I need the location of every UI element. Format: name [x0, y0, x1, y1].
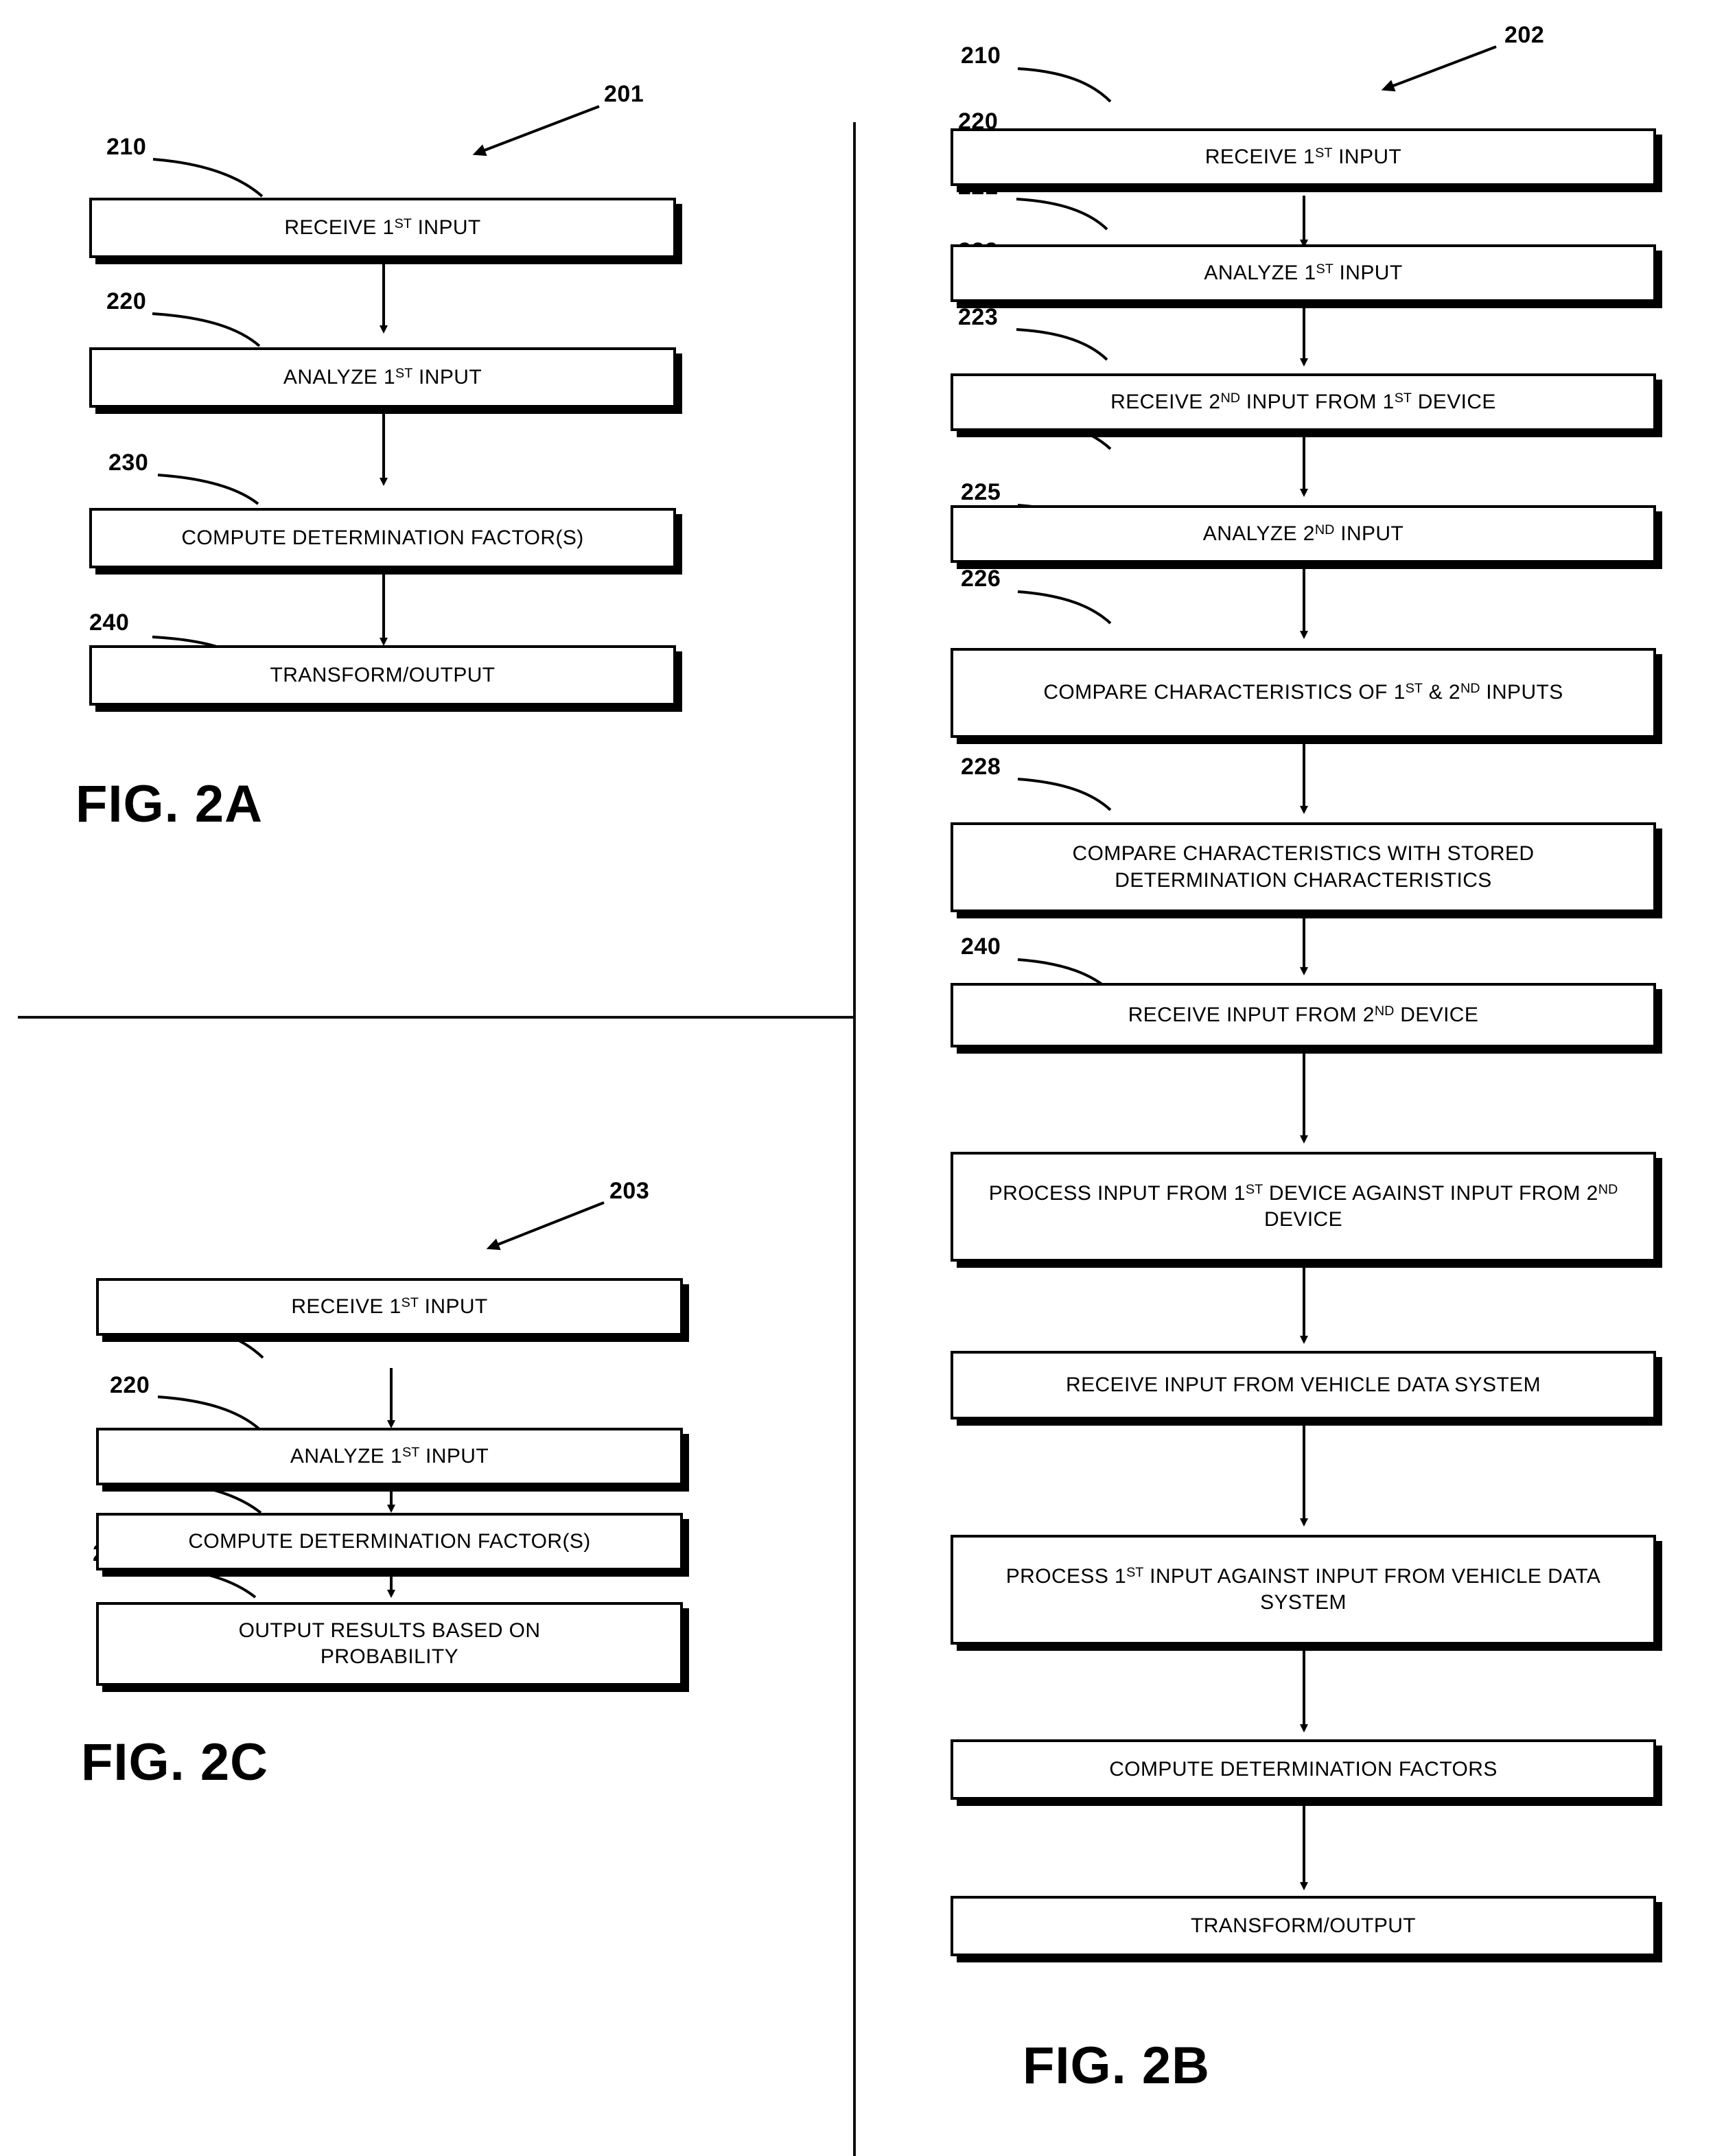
fig2b-step-223-label: COMPARE CHARACTERISTICS OF 1ST & 2ND INP… [1043, 681, 1563, 704]
ref-numeral-240-fig2a: 240 [89, 610, 130, 636]
fig2b-step-compute-determination-factors[interactable]: COMPUTE DETERMINATION FACTORS [951, 1739, 1656, 1800]
fig2b-step-compare-characteristics-of-inputs[interactable]: COMPARE CHARACTERISTICS OF 1ST & 2ND INP… [951, 648, 1656, 738]
fig2a-step-210-label: RECEIVE 1ST INPUT [284, 216, 481, 239]
fig2c-step-210-label: RECEIVE 1ST INPUT [291, 1295, 488, 1318]
ref-numeral-240-fig2b: 240 [961, 934, 1001, 960]
ref-numeral-202-flow: 202 [1504, 22, 1545, 48]
fig2c-step-output-results-based-on-probability[interactable]: OUTPUT RESULTS BASED ON PROBABILITY [96, 1602, 683, 1686]
fig2c-step-220-label: ANALYZE 1ST INPUT [290, 1444, 489, 1468]
connector-overlay [152, 45, 1497, 1890]
fig2c-step-analyze-1st-input[interactable]: ANALYZE 1ST INPUT [96, 1428, 683, 1485]
fig2a-step-transform-output[interactable]: TRANSFORM/OUTPUT [89, 645, 676, 706]
figure-caption-2b: FIG. 2B [1023, 2037, 1211, 2095]
fig2b-step-226-label: PROCESS INPUT FROM 1ST DEVICE AGAINST IN… [988, 1181, 1618, 1231]
figure-caption-2a: FIG. 2A [75, 775, 264, 833]
fig2b-step-analyze-2nd-input[interactable]: ANALYZE 2ND INPUT [951, 505, 1656, 563]
ref-numeral-203-flow: 203 [609, 1178, 650, 1204]
ref-numeral-230-fig2a: 230 [108, 450, 149, 476]
fig2c-step-compute-determination-factors[interactable]: COMPUTE DETERMINATION FACTOR(S) [96, 1513, 683, 1570]
fig2b-step-receive-input-from-vehicle-data-system[interactable]: RECEIVE INPUT FROM VEHICLE DATA SYSTEM [951, 1351, 1656, 1419]
fig2b-step-240-label: TRANSFORM/OUTPUT [1190, 1914, 1417, 1937]
ref-numeral-201-flow: 201 [604, 81, 644, 107]
fig2c-step-250-label: OUTPUT RESULTS BASED ON PROBABILITY [238, 1619, 541, 1668]
fig2b-step-227-label: RECEIVE INPUT FROM VEHICLE DATA SYSTEM [1066, 1373, 1541, 1396]
fig2c-step-230-label: COMPUTE DETERMINATION FACTOR(S) [188, 1529, 591, 1553]
fig2c-step-receive-1st-input[interactable]: RECEIVE 1ST INPUT [96, 1278, 683, 1336]
fig2b-step-220-label: ANALYZE 1ST INPUT [1204, 261, 1403, 284]
fig2b-step-transform-output[interactable]: TRANSFORM/OUTPUT [951, 1896, 1656, 1956]
ref-numeral-220-fig2a: 220 [106, 288, 147, 314]
fig2b-step-analyze-1st-input[interactable]: ANALYZE 1ST INPUT [951, 244, 1656, 302]
ref-numeral-223-fig2b: 223 [958, 304, 999, 330]
ref-numeral-210-fig2b: 210 [961, 43, 1001, 69]
patent-drawing-sheet: 210 220 230 240 201 RECEIVE 1ST INPUT AN… [0, 0, 1724, 2156]
fig2b-step-225-label: RECEIVE INPUT FROM 2ND DEVICE [1128, 1003, 1479, 1026]
ref-numeral-220-fig2c: 220 [110, 1372, 150, 1398]
fig2b-step-228-label: PROCESS 1ST INPUT AGAINST INPUT FROM VEH… [1005, 1564, 1601, 1614]
fig2a-step-receive-1st-input[interactable]: RECEIVE 1ST INPUT [89, 198, 676, 258]
fig2b-step-receive-2nd-input-from-1st-device[interactable]: RECEIVE 2ND INPUT FROM 1ST DEVICE [951, 373, 1656, 431]
fig2a-step-240-label: TRANSFORM/OUTPUT [270, 663, 496, 686]
fig2b-step-210-label: RECEIVE 1ST INPUT [1204, 145, 1402, 168]
fig2a-step-compute-determination-factors[interactable]: COMPUTE DETERMINATION FACTOR(S) [89, 508, 676, 568]
fig2b-step-224-label: COMPARE CHARACTERISTICS WITH STORED DETER… [1072, 842, 1535, 892]
fig2b-step-receive-1st-input[interactable]: RECEIVE 1ST INPUT [951, 128, 1656, 186]
fig2a-step-230-label: COMPUTE DETERMINATION FACTOR(S) [181, 526, 584, 549]
fig2b-step-process-input-1st-vs-2nd-device[interactable]: PROCESS INPUT FROM 1ST DEVICE AGAINST IN… [951, 1152, 1656, 1262]
vertical-divider [853, 122, 856, 2156]
fig2b-step-221-label: RECEIVE 2ND INPUT FROM 1ST DEVICE [1110, 390, 1496, 413]
ref-numeral-225-fig2b: 225 [961, 479, 1001, 505]
fig2b-step-process-1st-input-against-vehicle-data[interactable]: PROCESS 1ST INPUT AGAINST INPUT FROM VEH… [951, 1535, 1656, 1645]
ref-numeral-228-fig2b: 228 [961, 754, 1001, 780]
fig2a-step-220-label: ANALYZE 1ST INPUT [283, 365, 482, 389]
fig2b-step-230-label: COMPUTE DETERMINATION FACTORS [1109, 1757, 1498, 1781]
figure-caption-2c: FIG. 2C [81, 1733, 269, 1792]
fig2b-step-222-label: ANALYZE 2ND INPUT [1202, 522, 1404, 545]
fig2a-step-analyze-1st-input[interactable]: ANALYZE 1ST INPUT [89, 347, 676, 408]
ref-numeral-226-fig2b: 226 [961, 566, 1001, 592]
fig2b-step-compare-characteristics-with-stored[interactable]: COMPARE CHARACTERISTICS WITH STORED DETER… [951, 822, 1656, 912]
ref-numeral-210-fig2a: 210 [106, 134, 147, 160]
horizontal-divider [18, 1016, 856, 1019]
fig2b-step-receive-input-from-2nd-device[interactable]: RECEIVE INPUT FROM 2ND DEVICE [951, 983, 1656, 1047]
